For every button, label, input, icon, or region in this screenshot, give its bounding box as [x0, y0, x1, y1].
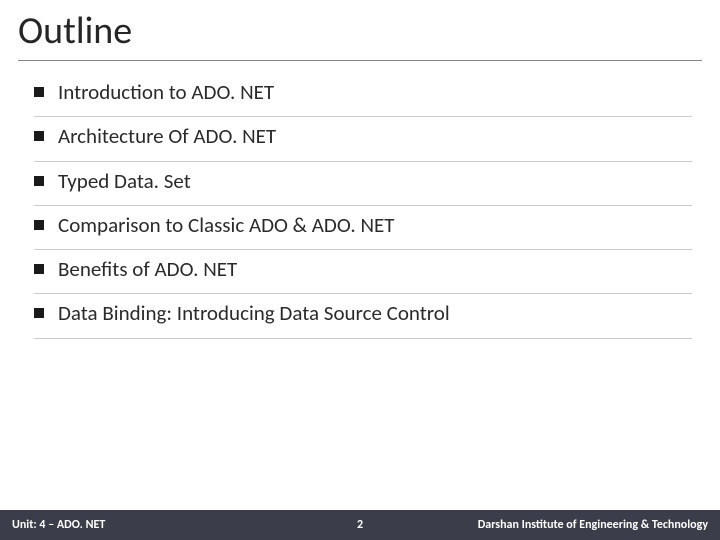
- list-item-text: Typed Data. Set: [58, 168, 191, 195]
- square-bullet-icon: [34, 220, 44, 230]
- slide-title: Outline: [0, 0, 720, 60]
- square-bullet-icon: [34, 176, 44, 186]
- list-item: Data Binding: Introducing Data Source Co…: [34, 294, 692, 338]
- list-item-text: Architecture Of ADO. NET: [58, 123, 276, 150]
- square-bullet-icon: [34, 308, 44, 318]
- outline-list: Introduction to ADO. NET Architecture Of…: [0, 61, 720, 339]
- list-item: Benefits of ADO. NET: [34, 250, 692, 294]
- list-item: Typed Data. Set: [34, 162, 692, 206]
- square-bullet-icon: [34, 131, 44, 141]
- list-item-text: Introduction to ADO. NET: [58, 79, 274, 106]
- list-item-text: Comparison to Classic ADO & ADO. NET: [58, 212, 395, 239]
- slide: Outline Introduction to ADO. NET Archite…: [0, 0, 720, 540]
- footer-unit-label: Unit: 4 – ADO. NET: [0, 518, 105, 532]
- slide-footer: Unit: 4 – ADO. NET 2 Darshan Institute o…: [0, 510, 720, 540]
- square-bullet-icon: [34, 87, 44, 97]
- list-item: Architecture Of ADO. NET: [34, 117, 692, 161]
- list-item: Introduction to ADO. NET: [34, 73, 692, 117]
- footer-page-number: 2: [357, 518, 363, 532]
- list-item-text: Benefits of ADO. NET: [58, 256, 237, 283]
- list-item-text: Data Binding: Introducing Data Source Co…: [58, 300, 450, 327]
- square-bullet-icon: [34, 264, 44, 274]
- footer-institute-label: Darshan Institute of Engineering & Techn…: [478, 518, 720, 532]
- list-item: Comparison to Classic ADO & ADO. NET: [34, 206, 692, 250]
